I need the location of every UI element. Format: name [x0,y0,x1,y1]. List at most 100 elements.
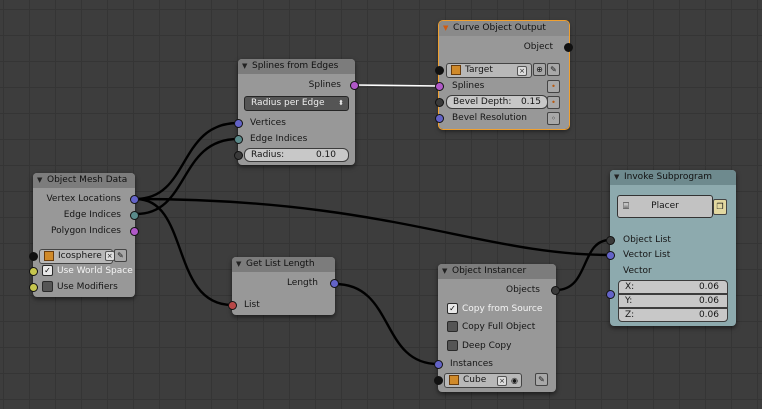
node-curve-object-output[interactable]: ▼ Curve Object Output Object Target × ⊕ ✎ … [435,20,573,130]
mode-dropdown[interactable]: Radius per Edge ⬍ [244,96,349,111]
node-object-instancer[interactable]: ▼ Object Instancer Objects ✓ Copy from Sou… [434,264,560,392]
node-header[interactable]: ▼ Object Mesh Data [33,173,135,188]
target-selector[interactable]: Target × [446,63,532,78]
length-output-socket[interactable] [330,279,339,288]
vertex-locations-socket[interactable] [130,195,139,204]
clear-object-icon[interactable]: × [497,376,507,386]
target-input-socket[interactable] [435,66,444,75]
object-selector[interactable]: Cube × ◉ [444,373,522,388]
checkbox-checked-icon[interactable]: ✓ [447,303,458,314]
node-header[interactable]: ▼ Curve Object Output [439,21,569,36]
node-header[interactable]: ▼ Get List Length [232,257,335,272]
splines-output-socket[interactable] [350,81,359,90]
dropdown-arrows-icon: ⬍ [338,99,344,107]
y-value: 0.06 [698,296,719,306]
object-name: Icosphere [58,251,102,261]
use-modifiers-label: Use Modifiers [57,282,118,292]
checkbox-unchecked-icon[interactable] [447,340,458,351]
node-title: Curve Object Output [453,23,546,33]
input-vector: Vector [623,266,652,276]
bevel-depth-label: Bevel Depth: [453,97,512,107]
visibility-eye-icon[interactable]: ◉ [511,374,518,387]
checkbox-unchecked-icon[interactable] [42,281,53,292]
edge-indices-socket[interactable] [130,211,139,220]
collapse-triangle-icon[interactable]: ▼ [236,257,241,272]
node-get-list-length[interactable]: ▼ Get List Length Length List [228,257,339,315]
node-invoke-subprogram[interactable]: ▼ Invoke Subprogram ⌸ Placer ❐ Object Lis… [606,170,736,326]
bevel-resolution-options-icon[interactable]: ◦ [547,112,560,125]
node-header[interactable]: ▼ Invoke Subprogram [610,170,736,185]
node-title: Object Mesh Data [47,175,128,185]
eyedropper-icon[interactable]: ✎ [547,63,560,76]
link-objects-to-object-list [555,238,611,292]
node-title: Splines from Edges [252,61,339,71]
target-name: Target [465,65,493,75]
radius-field[interactable]: Radius: 0.10 [244,148,349,162]
checkbox-checked-icon[interactable]: ✓ [42,265,53,276]
deep-copy-toggle[interactable]: Deep Copy [447,339,511,353]
list-input-socket[interactable] [228,301,237,310]
use-modifiers-socket[interactable] [29,283,38,292]
radius-label: Radius: [251,150,285,160]
x-value: 0.06 [698,282,719,292]
object-selector[interactable]: Icosphere × [39,249,115,264]
x-label: X: [625,282,635,292]
input-instances: Instances [450,359,493,369]
subprogram-selector[interactable]: ⌸ Placer [617,195,713,218]
input-list: List [244,300,260,310]
vector-input-socket[interactable] [606,290,615,299]
bevel-resolution-socket[interactable] [435,114,444,123]
vector-y-field[interactable]: Y: 0.06 [618,294,728,308]
link-vertex-locations-to-vector-list [135,197,611,257]
node-object-mesh-data[interactable]: ▼ Object Mesh Data Vertex Locations Edge … [29,173,139,297]
splines-options-icon[interactable]: • [547,80,560,93]
output-object: Object [523,42,553,52]
edge-indices-input-socket[interactable] [234,135,243,144]
bevel-depth-socket[interactable] [435,98,444,107]
eyedropper-icon[interactable]: ✎ [535,373,548,386]
clear-target-icon[interactable]: × [517,66,527,76]
vector-x-field[interactable]: X: 0.06 [618,280,728,294]
input-edge-indices: Edge Indices [250,134,308,144]
collapse-triangle-icon[interactable]: ▼ [242,59,247,74]
mesh-object-icon [449,374,459,385]
copy-from-source-toggle[interactable]: ✓ Copy from Source [447,302,542,316]
copy-program-icon[interactable]: ❐ [713,199,727,215]
object-list-input-socket[interactable] [606,236,615,245]
objects-output-socket[interactable] [551,286,560,295]
use-world-space-toggle[interactable]: ✓ Use World Space [42,264,133,278]
object-input-socket[interactable] [434,376,443,385]
vector-z-field[interactable]: Z: 0.06 [618,308,728,322]
vertices-socket[interactable] [234,119,243,128]
collapse-triangle-icon[interactable]: ▼ [614,170,619,185]
collapse-triangle-icon[interactable]: ▼ [442,264,447,279]
use-modifiers-toggle[interactable]: Use Modifiers [42,280,118,294]
collapse-triangle-icon[interactable]: ▼ [443,21,448,36]
bevel-depth-field[interactable]: Bevel Depth: 0.15 [446,95,548,109]
collapse-triangle-icon[interactable]: ▼ [37,173,42,188]
output-edge-indices: Edge Indices [63,210,121,220]
copy-full-object-toggle[interactable]: Copy Full Object [447,320,535,334]
polygon-indices-socket[interactable] [130,227,139,236]
object-input-socket[interactable] [29,252,38,261]
splines-input-socket[interactable] [435,82,444,91]
copy-from-source-label: Copy from Source [462,304,543,314]
eyedropper-icon[interactable]: ✎ [114,249,127,262]
bevel-depth-options-icon[interactable]: • [547,96,560,109]
node-splines-from-edges[interactable]: ▼ Splines from Edges Splines Radius per E… [234,59,359,165]
output-vertex-locations: Vertex Locations [46,194,121,204]
input-object-list: Object List [623,235,671,245]
node-header[interactable]: ▼ Splines from Edges [238,59,355,74]
object-output-socket[interactable] [564,43,573,52]
node-header[interactable]: ▼ Object Instancer [438,264,556,279]
vector-list-input-socket[interactable] [606,251,615,260]
input-vertices: Vertices [250,118,286,128]
input-vector-list: Vector List [623,250,671,260]
new-object-icon[interactable]: ⊕ [533,63,546,76]
radius-socket[interactable] [234,151,243,160]
use-world-space-socket[interactable] [29,267,38,276]
radius-value: 0.10 [315,150,336,160]
checkbox-unchecked-icon[interactable] [447,321,458,332]
link-splines-to-splines [354,84,440,87]
instances-input-socket[interactable] [434,360,443,369]
